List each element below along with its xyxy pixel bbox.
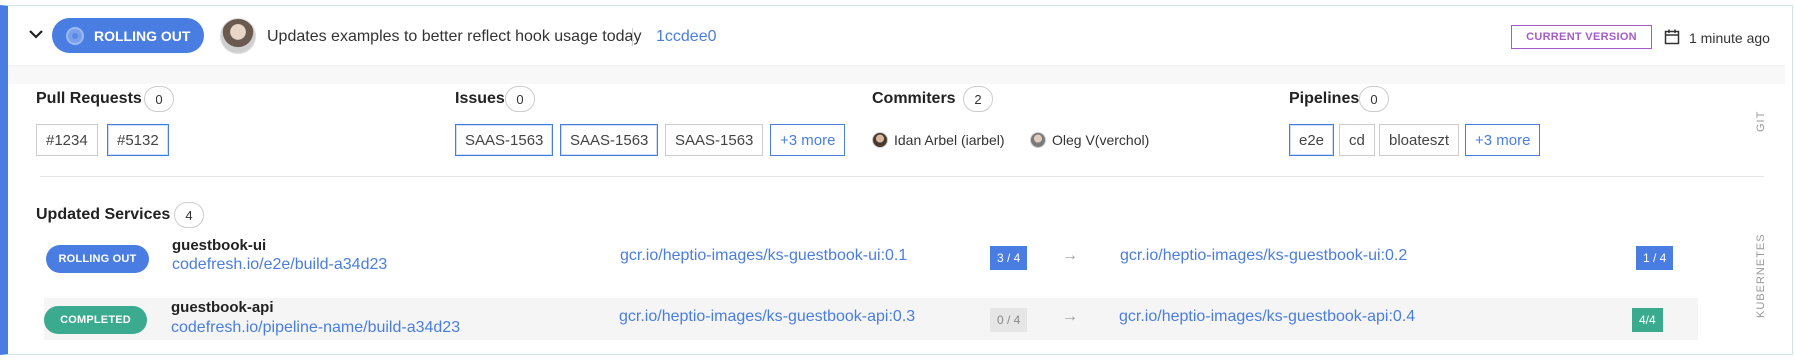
calendar-icon xyxy=(1664,29,1680,45)
replicas-badge: 3 / 4 xyxy=(990,246,1028,270)
commiter-item[interactable]: Idan Arbel (iarbel) xyxy=(872,132,1005,148)
pipelines-count: 0 xyxy=(1359,86,1389,112)
updated-services-count: 4 xyxy=(174,202,204,228)
from-image-link[interactable]: gcr.io/heptio-images/ks-guestbook-ui:0.1 xyxy=(620,247,907,265)
timestamp: 1 minute ago xyxy=(1689,30,1770,46)
commiter-name: Oleg V(verchol) xyxy=(1052,132,1150,148)
commiter-name: Idan Arbel (iarbel) xyxy=(894,132,1005,148)
commit-message: Updates examples to better reflect hook … xyxy=(267,28,642,45)
rolling-out-icon xyxy=(66,26,84,45)
current-version-badge: CURRENT VERSION xyxy=(1511,25,1652,49)
pull-requests-count: 0 xyxy=(144,86,174,112)
from-image-link[interactable]: gcr.io/heptio-images/ks-guestbook-api:0.… xyxy=(619,308,915,326)
status-badge: COMPLETED xyxy=(44,306,147,334)
release-card: ROLLING OUT Updates examples to better r… xyxy=(0,5,1793,355)
commiter-item[interactable]: Oleg V(verchol) xyxy=(1030,132,1149,148)
status-label: ROLLING OUT xyxy=(94,27,191,44)
divider xyxy=(632,28,633,46)
arrow-right-icon: → xyxy=(1062,308,1078,325)
arrow-right-icon: → xyxy=(1062,247,1078,264)
issues-count: 0 xyxy=(505,86,535,112)
service-name: guestbook-ui xyxy=(172,237,267,254)
git-side-label: GIT xyxy=(1755,110,1767,132)
avatar xyxy=(1030,132,1046,148)
status-badge: ROLLING OUT xyxy=(52,18,204,53)
pipeline-tag[interactable]: e2e xyxy=(1289,124,1335,156)
issues-title: Issues xyxy=(455,90,505,107)
issue-tag[interactable]: SAAS-1563 xyxy=(665,124,764,156)
commiters-title: Commiters xyxy=(872,90,956,107)
chevron-down-icon[interactable] xyxy=(26,24,46,44)
issue-tag[interactable]: SAAS-1563 xyxy=(560,124,659,156)
to-image-link[interactable]: gcr.io/heptio-images/ks-guestbook-ui:0.2 xyxy=(1120,247,1407,265)
pull-request-tag[interactable]: #5132 xyxy=(107,124,169,156)
service-name: guestbook-api xyxy=(171,299,274,316)
replicas-badge: 1 / 4 xyxy=(1636,246,1674,270)
pipelines-more-button[interactable]: +3 more xyxy=(1465,124,1541,156)
commit-sha-link[interactable]: 1ccdee0 xyxy=(656,28,717,46)
avatar xyxy=(220,18,256,54)
avatar xyxy=(872,132,888,148)
replicas-badge: 0 / 4 xyxy=(990,308,1028,332)
commiters-count: 2 xyxy=(963,86,993,112)
status-badge: ROLLING OUT xyxy=(46,245,149,273)
to-image-link[interactable]: gcr.io/heptio-images/ks-guestbook-api:0.… xyxy=(1119,308,1415,326)
build-link[interactable]: codefresh.io/pipeline-name/build-a34d23 xyxy=(171,319,460,337)
issues-more-button[interactable]: +3 more xyxy=(770,124,846,156)
replicas-badge: 4/4 xyxy=(1632,308,1663,332)
pull-request-tag[interactable]: #1234 xyxy=(36,124,98,156)
issue-tag[interactable]: SAAS-1563 xyxy=(455,124,554,156)
pipelines-title: Pipelines xyxy=(1289,90,1360,107)
build-link[interactable]: codefresh.io/e2e/build-a34d23 xyxy=(172,256,387,274)
pipeline-tag[interactable]: cd xyxy=(1339,124,1375,156)
pull-requests-title: Pull Requests xyxy=(36,90,142,107)
kubernetes-side-label: KUBERNETES xyxy=(1755,233,1767,318)
updated-services-title: Updated Services xyxy=(36,206,171,223)
pipeline-tag[interactable]: bloateszt xyxy=(1379,124,1460,156)
divider xyxy=(40,176,1764,177)
